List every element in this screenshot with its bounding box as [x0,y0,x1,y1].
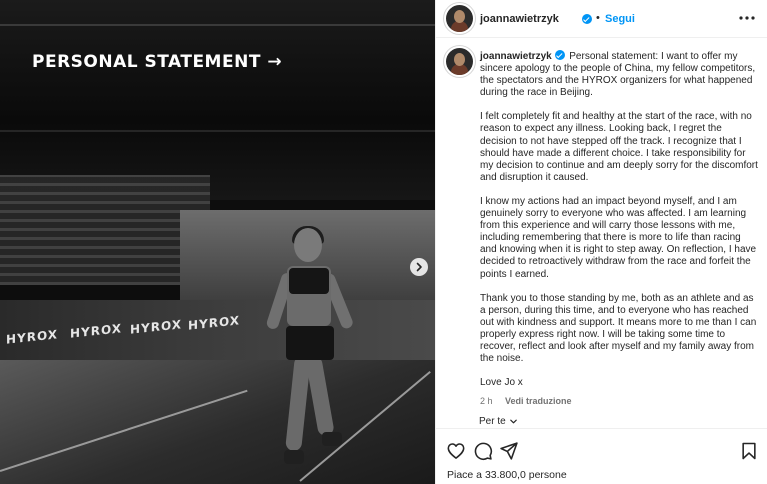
comment-button[interactable] [473,441,493,461]
post-side-panel: joannawietrzyk • Segui joannawietrzyk Pe… [435,0,767,484]
caption-meta: 2 h Vedi traduzione [480,395,758,407]
for-you-dropdown[interactable]: Per te [479,416,518,427]
caption-paragraph: Thank you to those standing by me, both … [480,292,757,365]
heart-icon [447,443,465,459]
caption-signoff: Love Jo x [480,377,523,389]
header-username[interactable]: joannawietrzyk [480,13,559,25]
like-button[interactable] [446,441,466,461]
caption-username[interactable]: joannawietrzyk [480,51,552,62]
arena-stands [0,175,210,285]
arena-roof [0,0,435,200]
avatar[interactable] [446,5,473,32]
barrier-logo: HYROX [6,327,58,347]
send-icon [500,442,518,460]
chevron-down-icon [509,419,517,424]
likes-count[interactable]: Piace a 33.800,0 persone [447,469,567,481]
carousel-next-button[interactable] [410,258,428,276]
caption-paragraph: I felt completely fit and healthy at the… [480,111,758,183]
caption-paragraph: joannawietrzyk Personal statement: I wan… [480,50,758,99]
post-actions: Piace a 33.800,0 persone [436,428,767,484]
runner-figure [262,226,362,484]
caption-area: joannawietrzyk Personal statement: I wan… [436,38,767,428]
follow-button[interactable]: Segui [605,13,635,25]
avatar[interactable] [446,48,473,75]
media-overlay-title: PERSONAL STATEMENT → [32,52,283,72]
see-translation-button[interactable]: Vedi traduzione [505,396,572,406]
header-separator: • [596,12,600,24]
caption-paragraph: I know my actions had an impact beyond m… [480,195,757,280]
verified-badge-icon [555,50,566,60]
barrier-logo: HYROX [70,321,122,341]
post-media[interactable]: HYROX HYROX HYROX HYROX PERSONAL STATEME… [0,0,435,484]
roof-truss [0,130,435,132]
barrier-logo: HYROX [188,313,240,333]
caption-text: joannawietrzyk Personal statement: I wan… [480,50,758,407]
save-button[interactable] [739,441,759,461]
post-header: joannawietrzyk • Segui [436,0,767,38]
bookmark-icon [742,442,756,460]
comment-icon [474,442,493,461]
share-button[interactable] [499,441,519,461]
more-options-button[interactable] [736,8,758,28]
chevron-right-icon [416,262,422,272]
more-horizontal-icon [739,16,755,20]
verified-badge-icon [582,14,592,24]
post-timestamp[interactable]: 2 h [480,396,493,406]
for-you-label: Per te [479,416,506,427]
barrier-logo: HYROX [130,317,182,337]
roof-truss [0,24,435,26]
